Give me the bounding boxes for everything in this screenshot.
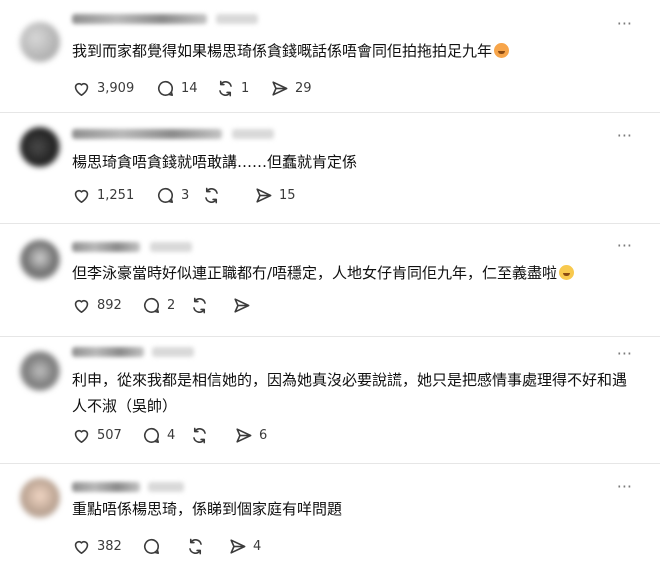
reply-button[interactable]: 3 xyxy=(156,183,189,207)
like-count: 892 xyxy=(97,297,122,313)
more-icon[interactable]: ··· xyxy=(617,236,632,255)
comment-icon xyxy=(143,427,160,443)
share-button[interactable]: 6 xyxy=(234,423,267,447)
share-count: 6 xyxy=(259,427,268,443)
post-text: 我到而家都覺得如果楊思琦係貪錢嘅話係唔會同佢拍拖拍足九年 xyxy=(72,38,620,64)
like-button[interactable]: 507 xyxy=(72,423,122,447)
timestamp-blurred xyxy=(216,14,258,24)
heart-icon xyxy=(74,189,89,203)
post-text-content: 重點唔係楊思琦，係睇到個家庭有咩問題 xyxy=(72,500,343,518)
share-count: 15 xyxy=(279,187,296,203)
heart-icon xyxy=(74,299,89,313)
post-text: 利申，從來我都是相信她的，因為她真沒必要說謊，她只是把感情事處理得不好和遇人不淑… xyxy=(72,367,638,419)
share-button[interactable]: 29 xyxy=(270,76,312,100)
timestamp-blurred xyxy=(150,242,192,252)
post-3: ··· 但李泳豪當時好似連正職都冇/唔穩定，人地女仔肯同佢九年，仁至義盡啦 89… xyxy=(0,224,660,336)
reply-button[interactable]: 14 xyxy=(156,76,198,100)
post-1: ··· 我到而家都覺得如果楊思琦係貪錢嘅話係唔會同佢拍拖拍足九年 3,909 1… xyxy=(0,0,660,110)
avatar[interactable] xyxy=(20,22,60,62)
reply-count: 3 xyxy=(181,187,190,203)
post-text: 楊思琦貪唔貪錢就唔敢講……但蠢就肯定係 xyxy=(72,149,620,175)
like-button[interactable]: 892 xyxy=(72,293,122,317)
timestamp-blurred xyxy=(232,129,274,139)
repost-button[interactable]: 1 xyxy=(216,76,249,100)
like-button[interactable]: 1,251 xyxy=(72,183,134,207)
share-icon xyxy=(272,80,288,96)
timestamp-blurred xyxy=(148,482,184,492)
comment-icon xyxy=(143,297,160,313)
reply-button[interactable]: 2 xyxy=(142,293,175,317)
emoji-icon xyxy=(494,43,510,58)
username-blurred[interactable] xyxy=(72,14,207,24)
heart-icon xyxy=(74,82,89,96)
heart-icon xyxy=(74,429,89,443)
avatar[interactable] xyxy=(20,127,60,167)
post-5: ··· 重點唔係楊思琦，係睇到個家庭有咩問題 382 4 xyxy=(0,464,660,564)
share-icon xyxy=(236,427,252,443)
post-text-content: 楊思琦貪唔貪錢就唔敢講……但蠢就肯定係 xyxy=(72,153,358,171)
action-bar: 892 2 xyxy=(72,293,372,317)
post-4: ··· 利申，從來我都是相信她的，因為她真沒必要說謊，她只是把感情事處理得不好和… xyxy=(0,337,660,463)
share-button[interactable]: 15 xyxy=(254,183,296,207)
timestamp-blurred xyxy=(152,347,194,357)
post-2: ··· 楊思琦貪唔貪錢就唔敢講……但蠢就肯定係 1,251 3 15 xyxy=(0,113,660,223)
post-text-content: 利申，從來我都是相信她的，因為她真沒必要說謊，她只是把感情事處理得不好和遇人不淑… xyxy=(72,371,628,415)
avatar[interactable] xyxy=(20,478,60,518)
repost-icon xyxy=(205,187,218,203)
like-count: 1,251 xyxy=(97,187,135,203)
share-icon xyxy=(230,538,246,554)
avatar[interactable] xyxy=(20,240,60,280)
heart-icon xyxy=(74,540,89,554)
like-button[interactable]: 382 xyxy=(72,534,122,558)
share-button[interactable]: 4 xyxy=(228,534,261,558)
reply-count: 14 xyxy=(181,80,198,96)
repost-button[interactable] xyxy=(186,534,205,558)
more-icon[interactable]: ··· xyxy=(617,344,632,363)
username-blurred[interactable] xyxy=(72,482,140,492)
post-text: 但李泳豪當時好似連正職都冇/唔穩定，人地女仔肯同佢九年，仁至義盡啦 xyxy=(72,260,620,286)
comment-icon xyxy=(157,187,174,203)
post-text-content: 我到而家都覺得如果楊思琦係貪錢嘅話係唔會同佢拍拖拍足九年 xyxy=(72,42,493,60)
reply-count: 4 xyxy=(167,427,176,443)
post-text: 重點唔係楊思琦，係睇到個家庭有咩問題 xyxy=(72,496,620,522)
repost-count: 1 xyxy=(241,80,250,96)
post-text-content: 但李泳豪當時好似連正職都冇/唔穩定，人地女仔肯同佢九年，仁至義盡啦 xyxy=(72,264,558,282)
share-icon xyxy=(234,297,250,313)
share-count: 4 xyxy=(253,538,262,554)
like-count: 3,909 xyxy=(97,80,135,96)
action-bar: 382 4 xyxy=(72,534,372,558)
more-icon[interactable]: ··· xyxy=(617,126,632,145)
reply-button[interactable]: 4 xyxy=(142,423,175,447)
like-count: 507 xyxy=(97,427,122,443)
username-blurred[interactable] xyxy=(72,347,144,357)
action-bar: 507 4 6 xyxy=(72,423,372,447)
repost-icon xyxy=(193,297,206,313)
username-blurred[interactable] xyxy=(72,242,140,252)
repost-button[interactable] xyxy=(190,423,209,447)
like-button[interactable]: 3,909 xyxy=(72,76,134,100)
more-icon[interactable]: ··· xyxy=(617,14,632,33)
repost-button[interactable] xyxy=(202,183,227,207)
action-bar: 3,909 14 1 29 xyxy=(72,76,372,100)
repost-icon xyxy=(193,427,206,443)
share-count: 29 xyxy=(295,80,312,96)
like-count: 382 xyxy=(97,538,122,554)
repost-icon xyxy=(219,80,232,96)
share-icon xyxy=(256,187,272,203)
reply-button[interactable] xyxy=(142,534,161,558)
reply-count: 2 xyxy=(167,297,176,313)
username-blurred[interactable] xyxy=(72,129,222,139)
repost-icon xyxy=(189,538,202,554)
share-button[interactable] xyxy=(232,293,251,317)
action-bar: 1,251 3 15 xyxy=(72,183,372,207)
emoji-icon xyxy=(559,265,575,280)
comment-icon xyxy=(157,80,174,96)
avatar[interactable] xyxy=(20,351,60,391)
repost-button[interactable] xyxy=(190,293,209,317)
more-icon[interactable]: ··· xyxy=(617,477,632,496)
comment-icon xyxy=(143,538,160,554)
